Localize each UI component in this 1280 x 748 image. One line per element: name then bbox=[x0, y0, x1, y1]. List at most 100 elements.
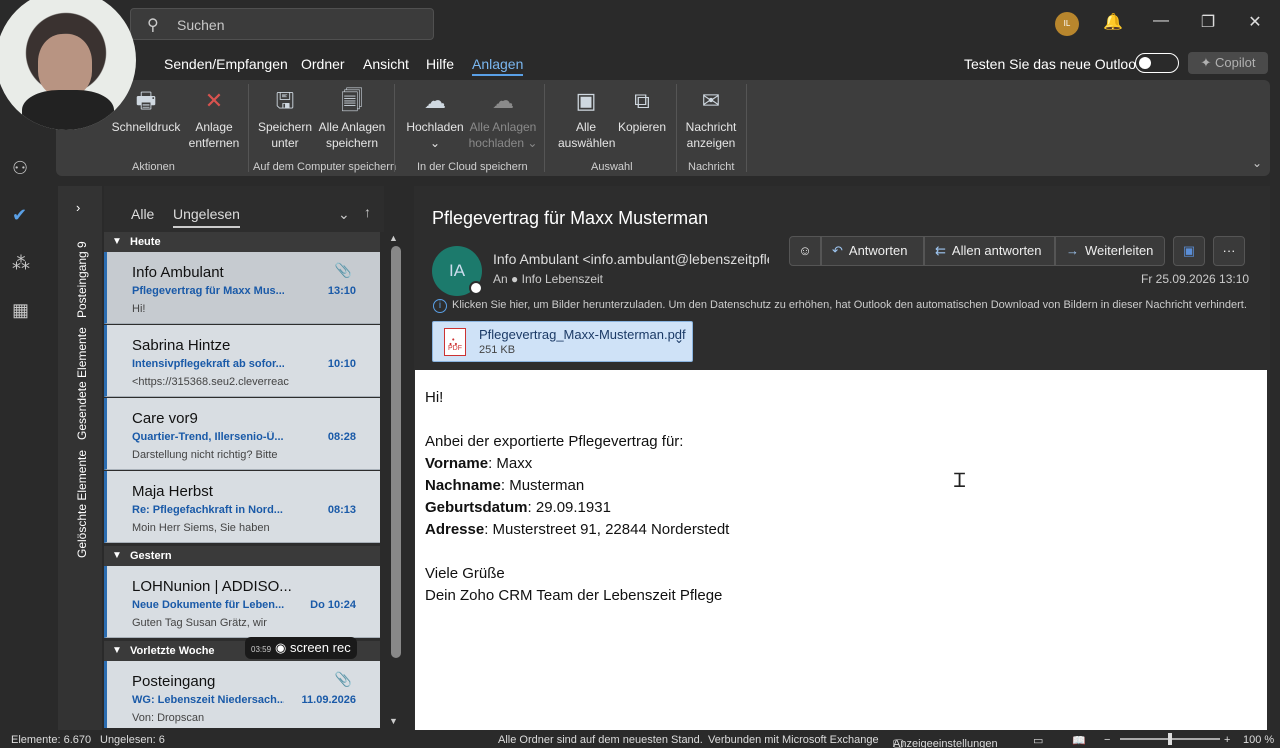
minimize-button[interactable]: — bbox=[1148, 12, 1174, 30]
teams-icon: ▣ bbox=[1182, 243, 1196, 258]
filter-chevron-down-icon[interactable]: ⌄ bbox=[338, 206, 350, 223]
address-value: : Musterstreet 91, 22844 Norderstedt bbox=[484, 521, 730, 538]
item-preview: Darstellung nicht richtig? Bitte bbox=[132, 449, 278, 461]
folder-sent[interactable]: Gesendete Elemente bbox=[75, 327, 89, 440]
remove-attachment-button[interactable]: ✕ Anlage entfernen bbox=[186, 86, 242, 151]
item-subject: Intensivpflegekraft ab sofor... bbox=[132, 358, 284, 370]
attachment-chevron-down-icon[interactable]: ⌄ bbox=[674, 332, 684, 346]
blocked-images-infobar[interactable]: i Klicken Sie hier, um Bilder herunterzul… bbox=[433, 299, 1247, 313]
copilot-button[interactable]: ✦ Copilot bbox=[1188, 52, 1268, 74]
tasks-icon[interactable]: ✔ bbox=[12, 205, 27, 226]
group-message-label: Nachricht bbox=[688, 161, 735, 173]
ribbon-separator bbox=[676, 84, 677, 172]
zoom-out-button[interactable]: − bbox=[1104, 734, 1110, 746]
folder-inbox[interactable]: Posteingang 9 bbox=[75, 241, 89, 318]
search-input[interactable]: Suchen bbox=[177, 17, 224, 33]
item-preview: Von: Dropscan bbox=[132, 712, 205, 724]
item-time: 10:10 bbox=[327, 358, 356, 370]
cloud-icon: ☁ bbox=[424, 88, 446, 113]
sort-arrow-up-icon[interactable]: ↑ bbox=[364, 204, 371, 220]
copy-button[interactable]: ⧉ Kopieren bbox=[614, 86, 670, 135]
folder-deleted[interactable]: Gelöschte Elemente bbox=[75, 450, 89, 558]
recipient-name[interactable]: Info Lebenszeit bbox=[522, 272, 603, 286]
group-header-today[interactable]: ▼ Heute bbox=[104, 232, 380, 252]
group-header-yesterday[interactable]: ▼ Gestern bbox=[104, 546, 380, 566]
profile-avatar[interactable]: IL bbox=[1055, 12, 1079, 36]
forward-button[interactable]: → Weiterleiten bbox=[1055, 236, 1165, 266]
select-all-button[interactable]: ▣ Alle auswählen bbox=[558, 86, 615, 151]
menu-help[interactable]: Hilfe bbox=[426, 56, 454, 72]
list-item[interactable]: Maja Herbst Re: Pflegefachkraft in Nord.… bbox=[104, 471, 380, 543]
save-as-icon: 🖫 bbox=[275, 88, 295, 113]
menu-attachments[interactable]: Anlagen bbox=[472, 56, 524, 76]
list-item[interactable]: Info Ambulant 📎 Pflegevertrag für Maxx M… bbox=[104, 252, 380, 324]
group-save-cloud-label: In der Cloud speichern bbox=[417, 161, 528, 173]
ribbon-separator bbox=[248, 84, 249, 172]
list-item[interactable]: Sabrina Hintze Intensivpflegekraft ab so… bbox=[104, 325, 380, 397]
groups-icon[interactable]: ⁂ bbox=[12, 253, 30, 274]
item-preview: Hi! bbox=[132, 303, 146, 315]
screenrec-time: 03:59 bbox=[251, 645, 272, 654]
tab-unread[interactable]: Ungelesen bbox=[173, 206, 240, 228]
new-outlook-toggle[interactable] bbox=[1135, 53, 1179, 73]
message-body: Hi! Anbei der exportierte Pflegevertrag … bbox=[415, 370, 1267, 730]
search-box[interactable]: ⚲ Suchen bbox=[130, 8, 434, 40]
item-from: Care vor9 bbox=[132, 410, 198, 427]
zoom-slider-thumb[interactable] bbox=[1168, 733, 1172, 745]
list-item[interactable]: Care vor9 Quartier-Trend, Illersenio-Ü..… bbox=[104, 398, 380, 470]
ellipsis-icon: ··· bbox=[1222, 243, 1236, 258]
pdf-file-icon: PDF bbox=[444, 321, 466, 361]
record-icon: ◉ bbox=[275, 640, 287, 655]
ribbon-separator bbox=[394, 84, 395, 172]
ribbon-separator bbox=[746, 84, 747, 172]
emoji-reaction-button[interactable]: ☺ bbox=[789, 236, 821, 266]
reply-button[interactable]: ↶ Antworten bbox=[821, 236, 924, 266]
save-as-button[interactable]: 🖫 Speichern unter bbox=[256, 86, 314, 151]
scroll-down-icon[interactable]: ▼ bbox=[389, 716, 398, 726]
item-time: Do 10:24 bbox=[310, 599, 356, 611]
list-item[interactable]: Posteingang 📎 WG: Lebenszeit Niedersach.… bbox=[104, 661, 380, 728]
more-actions-button[interactable]: ··· bbox=[1213, 236, 1245, 266]
message-sender[interactable]: Info Ambulant <info.ambulant@lebenszeitp… bbox=[493, 251, 769, 267]
zoom-level: 100 % bbox=[1243, 734, 1275, 746]
remove-attachment-label-1: Anlage bbox=[195, 120, 233, 134]
search-icon: ⚲ bbox=[147, 17, 159, 34]
expand-folders-chevron-icon[interactable]: › bbox=[76, 200, 80, 215]
menu-folder[interactable]: Ordner bbox=[301, 56, 345, 72]
list-scroll-thumb[interactable] bbox=[391, 246, 401, 658]
list-item[interactable]: LOHNunion | ADDISO... Neue Dokumente für… bbox=[104, 566, 380, 638]
message-recipients: An ● Info Lebenszeit bbox=[493, 272, 603, 286]
recipient-status-icon: ● bbox=[511, 272, 519, 286]
upload-all-label-2: hochladen bbox=[468, 136, 524, 150]
ribbon-collapse-chevron-icon[interactable]: ⌄ bbox=[1252, 156, 1262, 170]
cloud-upload-icon: ☁ bbox=[492, 88, 514, 113]
reply-label: Antworten bbox=[848, 243, 908, 258]
tab-all[interactable]: Alle bbox=[131, 206, 154, 222]
menu-view[interactable]: Ansicht bbox=[363, 56, 409, 72]
close-button[interactable]: ✕ bbox=[1242, 12, 1268, 32]
menu-send-receive[interactable]: Senden/Empfangen bbox=[164, 56, 288, 72]
scroll-up-icon[interactable]: ▲ bbox=[389, 233, 398, 243]
body-signature: Dein Zoho CRM Team der Lebenszeit Pflege bbox=[425, 587, 723, 604]
attachment-card[interactable]: PDF Pflegevertrag_Maxx-Musterman.pdf 251… bbox=[432, 321, 693, 362]
quick-print-label: Schnelldruck bbox=[111, 120, 181, 134]
restore-button[interactable]: ❐ bbox=[1195, 12, 1221, 32]
firstname-value: : Maxx bbox=[488, 455, 533, 472]
bell-icon[interactable]: 🔔 bbox=[1100, 12, 1126, 32]
apps-icon[interactable]: ▦ bbox=[12, 300, 29, 321]
status-unread-count: Ungelesen: 6 bbox=[100, 734, 165, 746]
teams-button[interactable]: ▣ bbox=[1173, 236, 1205, 266]
body-firstname-line: Vorname: Maxx bbox=[425, 453, 1257, 475]
upload-all-label-1: Alle Anlagen bbox=[469, 120, 537, 134]
message-list-header: Alle Ungelesen ⌄ ↑ bbox=[104, 186, 384, 232]
item-time: 11.09.2026 bbox=[301, 694, 356, 706]
save-all-button[interactable]: 🗐 Alle Anlagen speichern bbox=[316, 86, 388, 151]
item-preview: <https://315368.seu2.cleverreac bbox=[132, 376, 289, 388]
normal-view-icon[interactable]: ▭ bbox=[1033, 734, 1043, 747]
zoom-in-button[interactable]: + bbox=[1224, 734, 1230, 746]
upload-button[interactable]: ☁ Hochladen ⌄ bbox=[402, 86, 468, 151]
people-icon[interactable]: ⚇ bbox=[12, 158, 28, 179]
reading-view-icon[interactable]: 📖 bbox=[1072, 734, 1086, 747]
reply-all-button[interactable]: ⇇ Allen antworten bbox=[924, 236, 1055, 266]
show-message-button[interactable]: ✉ Nachricht anzeigen bbox=[682, 86, 740, 151]
